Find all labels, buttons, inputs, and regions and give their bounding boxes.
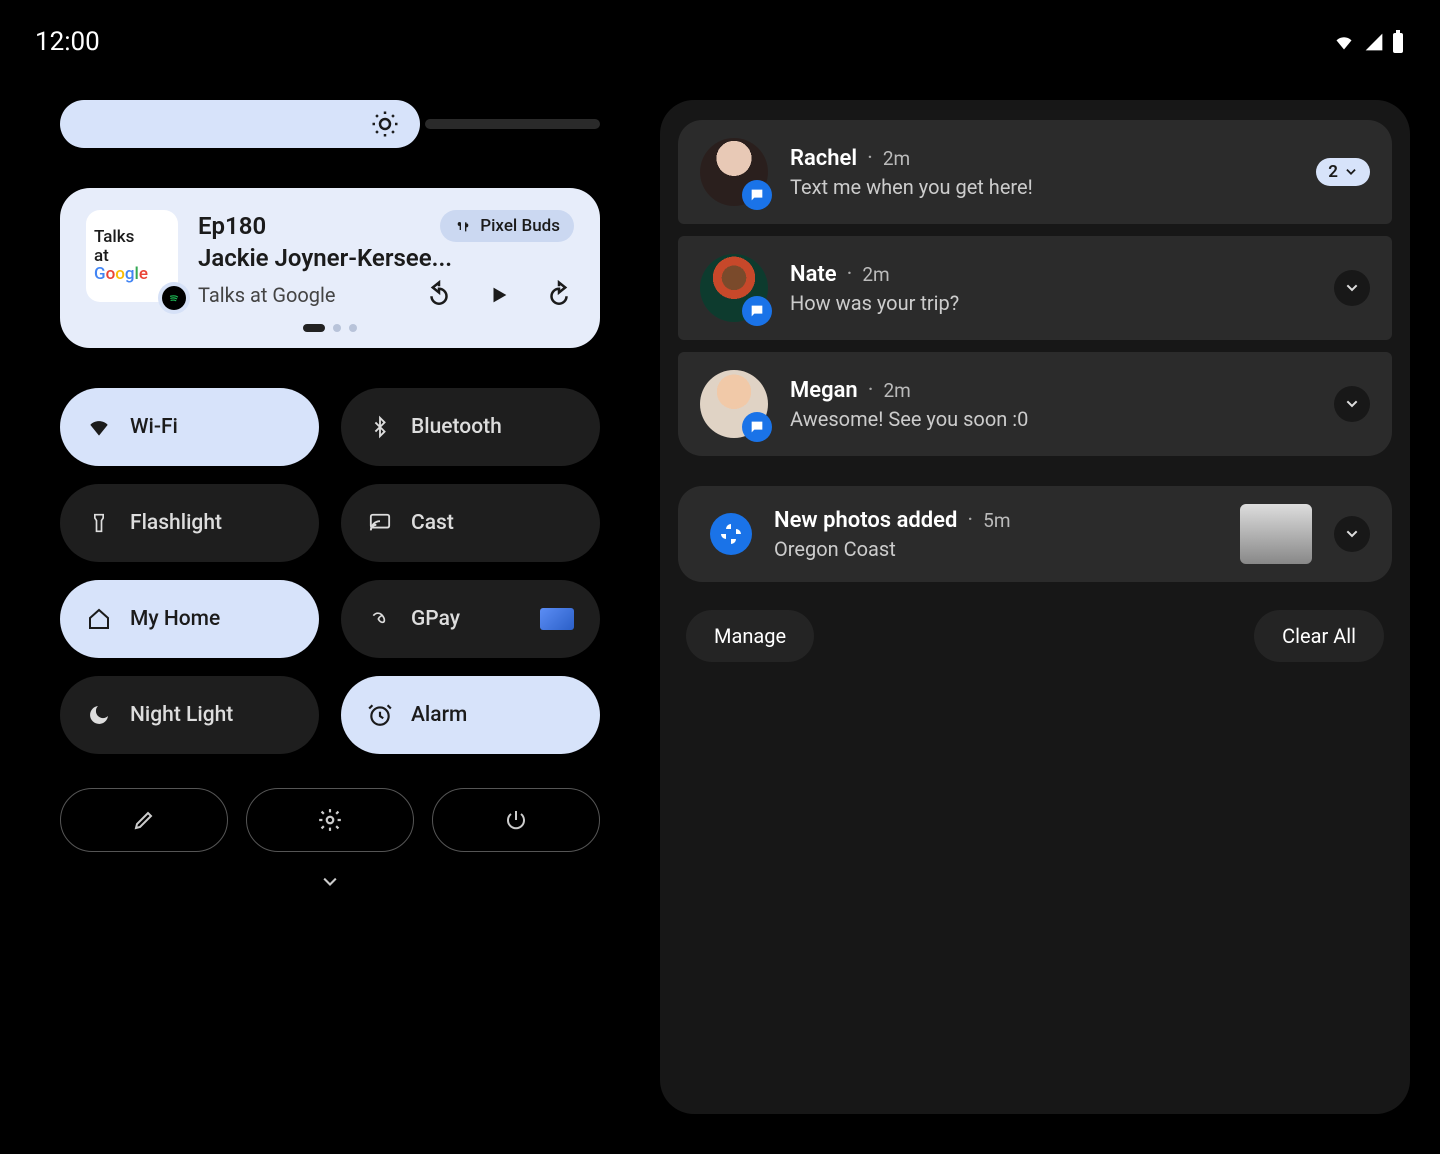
avatar	[700, 138, 768, 206]
notification-subtitle: Oregon Coast	[774, 537, 1218, 561]
payment-card-icon	[540, 608, 574, 630]
tile-gpay[interactable]: GPay	[341, 580, 600, 658]
notification-time: 5m	[983, 509, 1010, 532]
expand-button[interactable]	[1334, 516, 1370, 552]
tile-cast[interactable]: Cast	[341, 484, 600, 562]
expand-button[interactable]	[1334, 270, 1370, 306]
notification-message: Awesome! See you soon :0	[790, 407, 1312, 431]
google-logo: Google	[94, 265, 170, 284]
tile-flashlight[interactable]: Flashlight	[60, 484, 319, 562]
tile-label: Alarm	[411, 703, 467, 727]
manage-button[interactable]: Manage	[686, 610, 814, 662]
gear-icon	[317, 807, 343, 833]
power-icon	[504, 808, 528, 832]
forward-15-button[interactable]	[544, 280, 574, 310]
media-title: Ep180	[198, 212, 266, 240]
chevron-down-icon	[313, 872, 347, 892]
photos-icon	[710, 513, 752, 555]
sender-name: Megan	[790, 378, 858, 403]
cast-icon	[367, 510, 393, 536]
notification-time: 2m	[883, 147, 910, 170]
notification-item[interactable]: Nate · 2m How was your trip?	[678, 236, 1392, 340]
tile-label: Flashlight	[130, 511, 222, 535]
tile-home[interactable]: My Home	[60, 580, 319, 658]
moon-icon	[86, 702, 112, 728]
output-device-chip[interactable]: Pixel Buds	[440, 210, 574, 242]
tile-label: Night Light	[130, 703, 233, 727]
status-icons	[1331, 30, 1405, 54]
notification-title: New photos added	[774, 508, 957, 533]
home-icon	[86, 606, 112, 632]
messages-icon	[742, 180, 772, 210]
avatar	[700, 254, 768, 322]
notification-item-photos[interactable]: New photos added · 5m Oregon Coast	[678, 486, 1392, 582]
play-button[interactable]	[484, 280, 514, 310]
notification-time: 2m	[862, 263, 889, 286]
quick-settings-tiles: Wi-Fi Bluetooth Flashlight Cast My Home	[60, 388, 600, 754]
wifi-icon	[1331, 32, 1357, 52]
brightness-icon	[370, 109, 400, 139]
tile-label: Cast	[411, 511, 454, 535]
album-art: Talks at Google	[86, 210, 178, 302]
notification-panel: Rachel · 2m Text me when you get here! 2…	[660, 100, 1410, 1114]
alarm-icon	[367, 702, 393, 728]
bluetooth-icon	[367, 414, 393, 440]
photo-thumbnail	[1240, 504, 1312, 564]
collapse-handle[interactable]	[60, 872, 600, 892]
flashlight-icon	[86, 510, 112, 536]
rewind-15-button[interactable]	[424, 280, 454, 310]
spotify-icon	[158, 282, 190, 314]
tile-label: Wi-Fi	[130, 415, 178, 439]
chevron-down-icon	[1344, 526, 1360, 542]
tile-label: My Home	[130, 607, 220, 631]
status-bar: 12:00	[0, 22, 1440, 62]
clear-all-button[interactable]: Clear All	[1254, 610, 1384, 662]
tile-alarm[interactable]: Alarm	[341, 676, 600, 754]
tile-night-light[interactable]: Night Light	[60, 676, 319, 754]
quick-settings-panel: Talks at Google Ep180 Pixel Bu	[60, 100, 600, 1114]
tile-label: GPay	[411, 607, 460, 631]
tile-wifi[interactable]: Wi-Fi	[60, 388, 319, 466]
brightness-slider[interactable]	[60, 100, 600, 148]
notification-item[interactable]: Megan · 2m Awesome! See you soon :0	[678, 352, 1392, 456]
notification-message: How was your trip?	[790, 291, 1312, 315]
power-button[interactable]	[432, 788, 600, 852]
media-subtitle: Jackie Joyner-Kersee...	[198, 244, 574, 272]
pencil-icon	[132, 808, 156, 832]
expand-count-chip[interactable]: 2	[1316, 158, 1370, 186]
media-player-card[interactable]: Talks at Google Ep180 Pixel Bu	[60, 188, 600, 348]
notification-time: 2m	[883, 379, 910, 402]
chevron-down-icon	[1344, 165, 1358, 179]
chevron-down-icon	[1344, 280, 1360, 296]
media-source: Talks at Google	[198, 283, 336, 307]
notification-item[interactable]: Rachel · 2m Text me when you get here! 2	[678, 120, 1392, 224]
status-time: 12:00	[35, 27, 100, 57]
sender-name: Nate	[790, 262, 837, 287]
signal-icon	[1363, 32, 1385, 52]
gpay-icon	[367, 606, 393, 632]
expand-button[interactable]	[1334, 386, 1370, 422]
messages-icon	[742, 296, 772, 326]
battery-icon	[1391, 30, 1405, 54]
tile-label: Bluetooth	[411, 415, 502, 439]
tile-bluetooth[interactable]: Bluetooth	[341, 388, 600, 466]
notification-message: Text me when you get here!	[790, 175, 1294, 199]
media-page-indicator	[86, 324, 574, 332]
messages-icon	[742, 412, 772, 442]
settings-button[interactable]	[246, 788, 414, 852]
avatar	[700, 370, 768, 438]
sender-name: Rachel	[790, 146, 857, 171]
chevron-down-icon	[1344, 396, 1360, 412]
earbuds-icon	[454, 218, 472, 234]
edit-button[interactable]	[60, 788, 228, 852]
wifi-icon	[86, 414, 112, 440]
